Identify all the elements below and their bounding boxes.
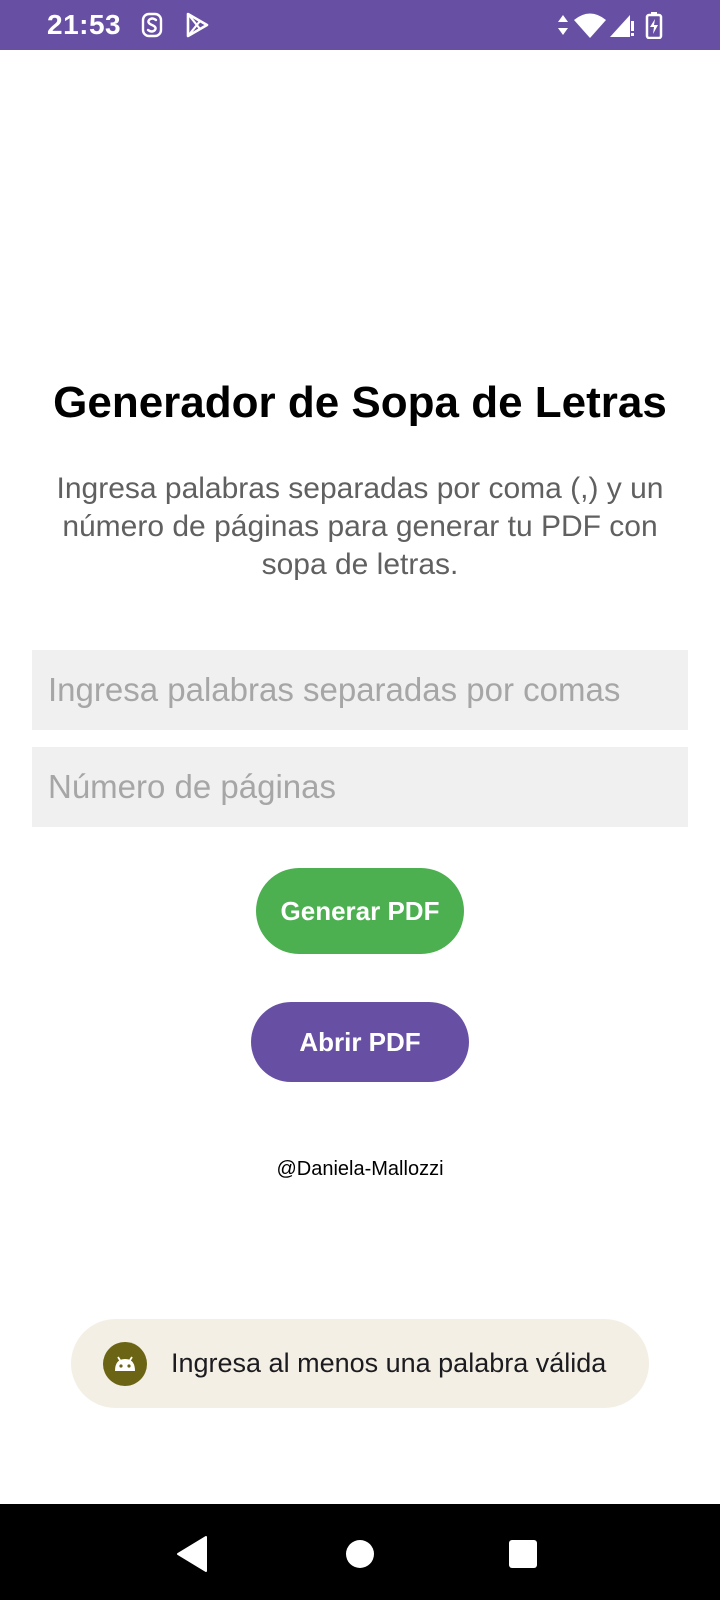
page-title: Generador de Sopa de Letras	[53, 378, 667, 427]
toast-message: Ingresa al menos una palabra válida	[71, 1319, 649, 1408]
author-credit: @Daniela-Mallozzi	[276, 1158, 444, 1180]
android-icon	[103, 1342, 147, 1386]
pages-input[interactable]	[32, 747, 688, 827]
cell-signal-icon	[608, 11, 636, 39]
app-screen: 21:53 Generador de Sopa de Letras Ingres…	[0, 0, 720, 1600]
generate-pdf-button[interactable]: Generar PDF	[256, 868, 464, 954]
play-store-icon	[183, 11, 211, 39]
status-bar: 21:53	[0, 0, 720, 50]
status-time: 21:53	[47, 9, 122, 40]
wifi-icon	[573, 11, 607, 39]
words-input[interactable]	[32, 650, 688, 730]
notification-s-icon	[138, 11, 166, 39]
back-icon[interactable]	[170, 1532, 214, 1576]
toast-text: Ingresa al menos una palabra válida	[171, 1348, 607, 1378]
battery-charging-icon	[645, 11, 663, 39]
open-pdf-button[interactable]: Abrir PDF	[251, 1002, 469, 1082]
home-icon[interactable]	[338, 1532, 382, 1576]
navigation-bar	[0, 1504, 720, 1600]
data-arrows-icon	[556, 11, 570, 39]
recents-icon[interactable]	[501, 1532, 545, 1576]
instructions-text: Ingresa palabras separadas por coma (,) …	[56, 472, 664, 581]
